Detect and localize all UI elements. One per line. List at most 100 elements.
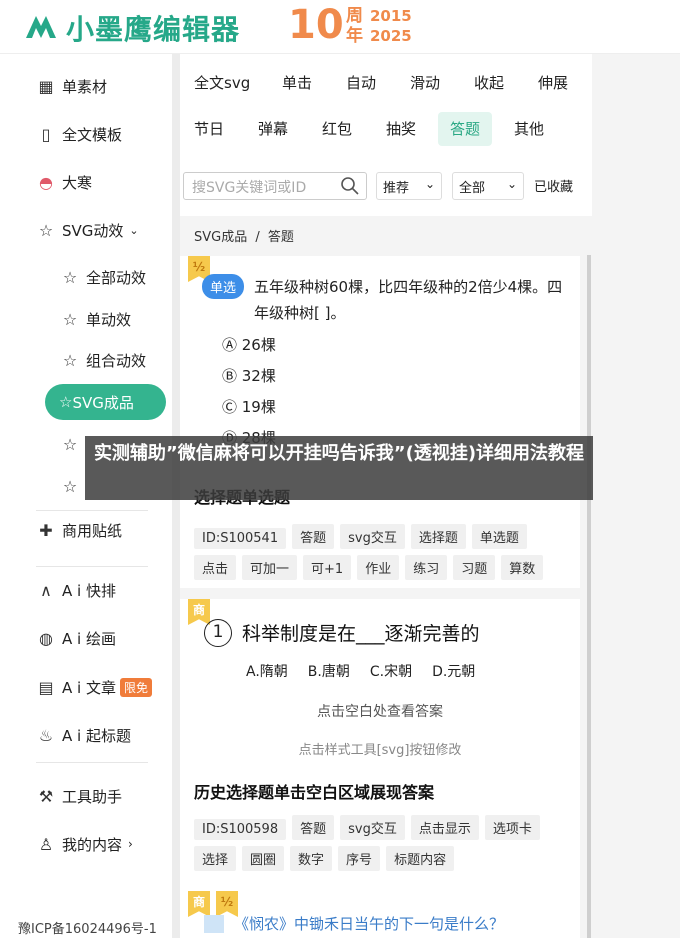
reveal-hint[interactable]: 点击空白处查看答案 (180, 701, 580, 721)
divider (36, 762, 148, 763)
tab-redpacket[interactable]: 红包 (322, 112, 352, 146)
favorites-link[interactable]: 已收藏 (534, 176, 573, 195)
scope-select[interactable]: 全部 ⌄ (452, 172, 524, 200)
option-c: Ⓒ 19棵 (222, 398, 276, 416)
tab-fulltext-svg[interactable]: 全文svg (194, 66, 250, 100)
template-card[interactable]: 商 1 科举制度是在___逐渐完善的 A.隋朝 B.唐朝 C.宋朝 D.元朝 点击空白… (180, 599, 580, 934)
tag[interactable]: 选择题 (410, 524, 466, 549)
question-text: 五年级种树60棵，比四年级种的2倍少4棵。四年级种树[ ]。 (254, 278, 563, 322)
star-icon: ☆ (62, 350, 78, 370)
tag[interactable]: 习题 (453, 555, 496, 580)
option-row: A.隋朝 B.唐朝 C.宋朝 D.元朝 (246, 661, 546, 681)
search-input[interactable]: 搜SVG关键词或ID (183, 172, 367, 200)
style-hint: 点击样式工具[svg]按钮修改 (298, 743, 462, 758)
tab-collapse[interactable]: 收起 (474, 66, 504, 100)
anniversary-years: 2015 2025 (370, 7, 412, 45)
puzzle-icon: ✚ (39, 520, 53, 540)
tag[interactable]: 可加一 (242, 555, 298, 580)
option-a: Ⓐ 26棵 (222, 336, 276, 354)
tag[interactable]: 数字 (290, 846, 333, 871)
star-icon: ☆ (38, 220, 54, 240)
tag[interactable]: 算数 (501, 555, 544, 580)
chevron-down-icon: ⌄ (129, 223, 139, 237)
sidebar-item-combo-effect[interactable]: ☆ 组合动效 (60, 348, 146, 372)
star-icon: ☆ (59, 393, 73, 411)
logo-icon (26, 16, 56, 38)
sidebar-item-star-b[interactable]: ☆ (60, 474, 86, 498)
tab-quiz[interactable]: 答题 (438, 112, 493, 146)
template-card[interactable]: 商 ½ 《悯农》中锄禾日当午的下一句是什么？ (180, 891, 580, 938)
tag-list: ID:S100541 答题 svg交互 选择题 单选题点击 可加一 可+1 作业 练习 习题 算数 (194, 524, 574, 586)
tag[interactable]: 作业 (357, 555, 400, 580)
tag[interactable]: ID:S100541 (194, 528, 287, 549)
flame-icon: ♨ (38, 725, 54, 745)
brand-name[interactable]: 小墨鹰编辑器 (66, 8, 240, 48)
question-text: 《悯农》中锄禾日当午的下一句是什么？ (234, 915, 505, 933)
star-icon: ☆ (62, 434, 78, 454)
tag[interactable]: 练习 (405, 555, 448, 580)
sidebar-item-star-a[interactable]: ☆ (60, 432, 86, 456)
sidebar-item-templates[interactable]: ▯ 全文模板 (36, 122, 122, 146)
sidebar-item-dahan[interactable]: ◓ 大寒 (36, 170, 92, 194)
tab-other[interactable]: 其他 (514, 112, 544, 146)
question-text: 科举制度是在___逐渐完善的 (242, 623, 480, 645)
sidebar-item-ai-paint[interactable]: ◍ A i 绘画 (36, 626, 116, 650)
chevron-right-icon: › (128, 837, 133, 851)
option-d: D.元朝 (432, 664, 476, 680)
tag[interactable]: 点击显示 (410, 815, 479, 840)
sidebar-item-ai-article[interactable]: ▤ A i 文章 限免 (36, 675, 152, 699)
number-circle: 1 (204, 619, 232, 647)
sidebar-item-svg-effects[interactable]: ☆ SVG动效 ⌄ (36, 218, 139, 242)
tag[interactable]: ID:S100598 (194, 819, 287, 840)
breadcrumb-current: 答题 (267, 230, 294, 245)
tag[interactable]: 选择 (194, 846, 237, 871)
book-icon (204, 915, 224, 933)
option-b: B.唐朝 (307, 664, 350, 680)
sidebar-item-single-effect[interactable]: ☆ 单动效 (60, 307, 131, 331)
option-c: C.宋朝 (369, 664, 413, 680)
tag[interactable]: 标题内容 (386, 846, 455, 871)
overlay-banner: 实测辅助”微信麻将可以开挂吗告诉我”(透视挂)详细用法教程 (85, 436, 593, 500)
icp-footer[interactable]: 豫ICP备16024496号-1 (18, 918, 157, 937)
tag[interactable]: svg交互 (340, 524, 405, 549)
tag[interactable]: 点击 (194, 555, 237, 580)
breadcrumb-root[interactable]: SVG成品 (194, 230, 247, 245)
commercial-badge: 商 (188, 599, 210, 625)
search-icon[interactable] (340, 176, 360, 196)
tab-expand[interactable]: 伸展 (538, 66, 568, 100)
sidebar-item-ai-layout[interactable]: ∧ A i 快排 (36, 578, 116, 602)
sidebar-item-materials[interactable]: ▦ 单素材 (36, 74, 107, 98)
sidebar-item-svg-products[interactable]: ☆ SVG成品 (45, 384, 166, 420)
tab-click[interactable]: 单击 (282, 66, 312, 100)
tag[interactable]: 可+1 (303, 555, 352, 580)
anniversary-label: 周年 (346, 6, 363, 46)
tag[interactable]: 圆圈 (242, 846, 285, 871)
tag[interactable]: 选项卡 (484, 815, 540, 840)
tag[interactable]: 单选题 (471, 524, 527, 549)
sidebar-item-ai-title[interactable]: ♨ A i 起标题 (36, 723, 131, 747)
sidebar-item-all-effects[interactable]: ☆ 全部动效 (60, 265, 146, 289)
tag[interactable]: svg交互 (340, 815, 405, 840)
template-icon: ▯ (41, 124, 51, 144)
star-icon: ☆ (62, 476, 78, 496)
sidebar-item-my-content[interactable]: ♙ 我的内容 › (36, 832, 133, 856)
header: 小墨鹰编辑器 10 周年 2015 2025 (0, 0, 680, 54)
tab-auto[interactable]: 自动 (346, 66, 376, 100)
sidebar-item-stickers[interactable]: ✚ 商用贴纸 (36, 518, 122, 542)
tag[interactable]: 答题 (292, 524, 335, 549)
scrollbar[interactable] (587, 255, 591, 938)
tag[interactable]: 答题 (292, 815, 335, 840)
template-card[interactable]: ½ 单选 五年级种树60棵，比四年级种的2倍少4棵。四年级种树[ ]。 Ⓐ 26… (180, 256, 580, 588)
right-blank (592, 54, 680, 938)
chevron-down-icon: ⌄ (424, 177, 435, 191)
sort-select[interactable]: 推荐 ⌄ (376, 172, 442, 200)
divider (36, 510, 148, 511)
tab-slide[interactable]: 滑动 (410, 66, 440, 100)
tab-festival[interactable]: 节日 (194, 112, 224, 146)
sidebar-item-tools[interactable]: ⚒ 工具助手 (36, 784, 122, 808)
tag[interactable]: 序号 (338, 846, 381, 871)
option-a: A.隋朝 (246, 664, 288, 680)
star-icon: ☆ (62, 309, 78, 329)
tab-danmaku[interactable]: 弹幕 (258, 112, 288, 146)
tab-lottery[interactable]: 抽奖 (386, 112, 416, 146)
